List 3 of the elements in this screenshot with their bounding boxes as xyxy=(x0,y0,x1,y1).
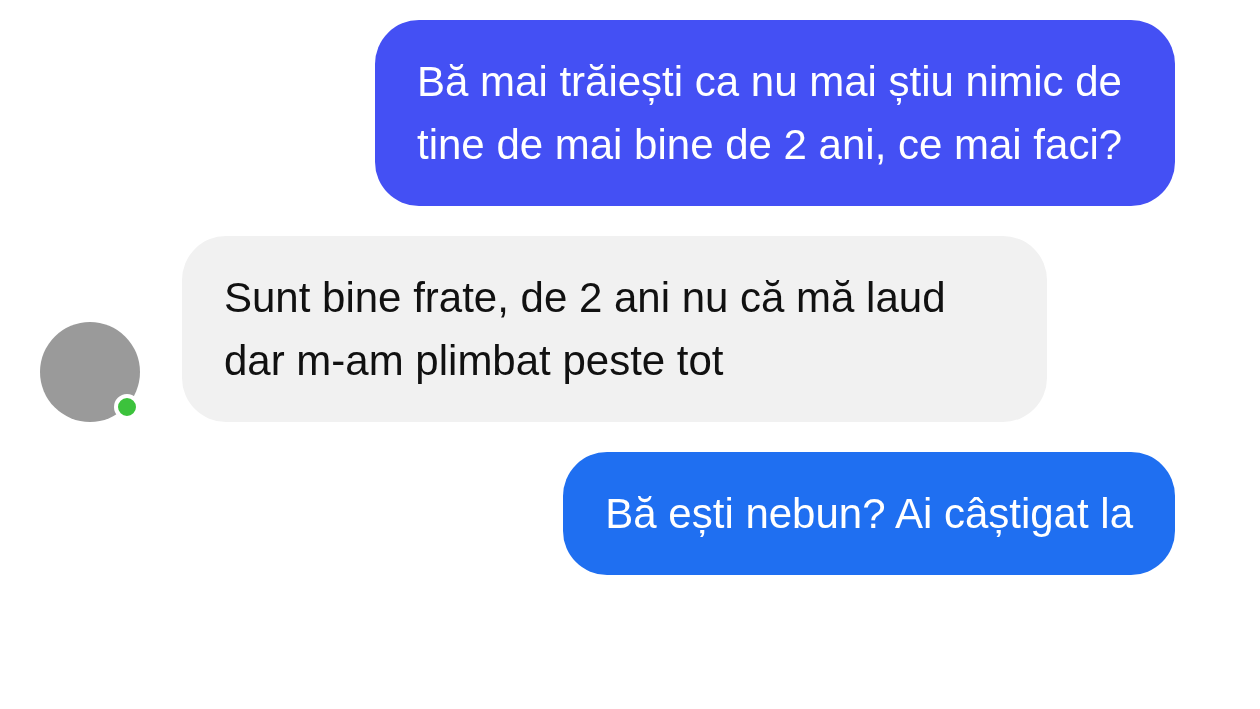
received-message-bubble: Sunt bine frate, de 2 ani nu că mă laud dar m-am plimbat peste tot xyxy=(182,236,1047,422)
sent-message-bubble: Bă mai trăiești ca nu mai știu nimic de tine de mai bine de 2 ani, ce mai faci? xyxy=(375,20,1175,206)
sent-message-bubble: Bă ești nebun? Ai câștigat la xyxy=(563,452,1175,575)
